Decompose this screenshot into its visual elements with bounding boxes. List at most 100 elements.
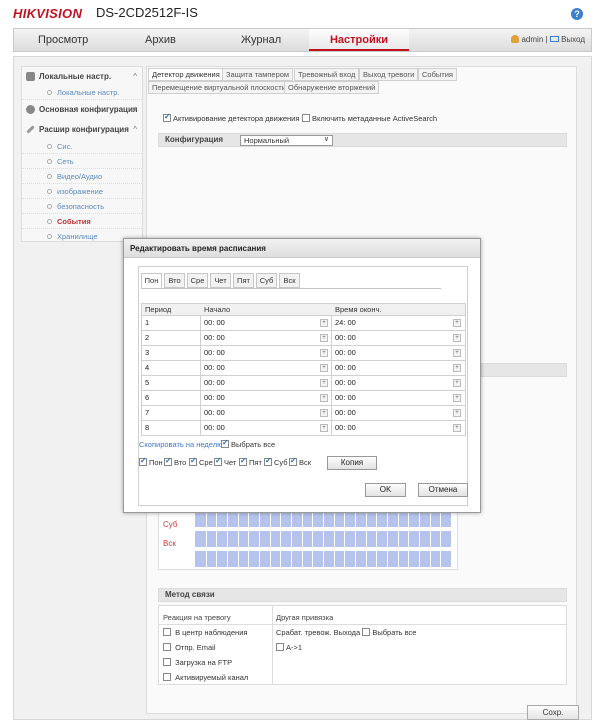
day-tab-fri[interactable]: Пят — [233, 273, 254, 288]
nav-live-view[interactable]: Просмотр — [38, 29, 88, 51]
sidebar-item-system[interactable]: Сис. — [22, 139, 142, 154]
sidebar-group-basic[interactable]: Основная конфигурация > — [22, 101, 142, 119]
enable-motion-option[interactable]: Активирование детектора движения — [163, 112, 299, 123]
select-all-option[interactable]: Выбрать все — [221, 438, 275, 449]
day-tab-wed[interactable]: Сре — [187, 273, 208, 288]
start-time-input[interactable]: 00: 00 + — [201, 406, 332, 420]
copy-to-week-link[interactable]: Скопировать на неделю — [139, 440, 223, 449]
tab-alarm-input[interactable]: Тревожный вход — [294, 68, 360, 81]
start-time-input[interactable]: 00: 00 + — [201, 421, 332, 435]
time-picker-icon[interactable]: + — [453, 424, 461, 432]
time-picker-icon[interactable]: + — [453, 364, 461, 372]
select-all-outputs-checkbox[interactable] — [362, 628, 371, 636]
sidebar-item-video-audio[interactable]: Видео/Аудио — [22, 169, 142, 184]
time-picker-icon[interactable]: + — [453, 334, 461, 342]
copy-button[interactable]: Копия — [327, 456, 377, 470]
end-time-input[interactable]: 00: 00 + — [332, 331, 466, 345]
time-picker-icon[interactable]: + — [320, 409, 328, 417]
day-tab-sun[interactable]: Вск — [279, 273, 300, 288]
notify-center-checkbox[interactable] — [163, 628, 171, 636]
start-time-input[interactable]: 00: 00 + — [201, 346, 332, 360]
send-email-option[interactable]: Отпр. Email — [163, 643, 216, 652]
tab-motion-detection[interactable]: Детектор движения — [148, 68, 224, 81]
nav-log[interactable]: Журнал — [241, 29, 281, 51]
sidebar-group-local[interactable]: Локальные настр. ^ — [22, 68, 142, 86]
time-picker-icon[interactable]: + — [453, 379, 461, 387]
nav-playback[interactable]: Архив — [145, 29, 176, 51]
end-time-input[interactable]: 00: 00 + — [332, 391, 466, 405]
tab-line-crossing[interactable]: Перемещение виртуальной плоскости — [148, 81, 290, 94]
time-picker-icon[interactable]: + — [453, 319, 461, 327]
time-picker-icon[interactable]: + — [320, 334, 328, 342]
config-select[interactable]: Нормальный ∨ — [240, 135, 333, 146]
cancel-button[interactable]: Отмена — [418, 483, 468, 497]
ftp-upload-option[interactable]: Загрузка на FTP — [163, 658, 232, 667]
copy-day-option[interactable]: Суб — [264, 456, 288, 467]
help-icon[interactable]: ? — [571, 8, 583, 20]
copy-day-option[interactable]: Пят — [239, 456, 262, 467]
end-time-input[interactable]: 00: 00 + — [332, 406, 466, 420]
logout-link[interactable]: Выход — [561, 35, 585, 44]
copy-day-checkbox[interactable] — [164, 456, 172, 466]
start-time-input[interactable]: 00: 00 + — [201, 331, 332, 345]
day-tab-thu[interactable]: Чет — [210, 273, 231, 288]
copy-day-option[interactable]: Пон — [139, 456, 163, 467]
time-picker-icon[interactable]: + — [320, 379, 328, 387]
start-time-input[interactable]: 00: 00 + — [201, 316, 332, 330]
copy-day-option[interactable]: Сре — [189, 456, 213, 467]
send-email-checkbox[interactable] — [163, 643, 171, 651]
sidebar-item-events[interactable]: События — [22, 214, 142, 229]
copy-day-checkbox[interactable] — [239, 456, 247, 466]
logout-icon[interactable] — [549, 36, 559, 42]
copy-day-checkbox[interactable] — [189, 456, 197, 466]
day-tab-mon[interactable]: Пон — [141, 273, 162, 288]
save-button[interactable]: Сохр. — [527, 705, 579, 720]
start-time-input[interactable]: 00: 00 + — [201, 361, 332, 375]
select-all-checkbox[interactable] — [221, 438, 229, 448]
ftp-upload-checkbox[interactable] — [163, 658, 171, 666]
tab-tamper[interactable]: Защита тампером — [222, 68, 294, 81]
end-time-input[interactable]: 00: 00 + — [332, 421, 466, 435]
trigger-channel-checkbox[interactable] — [163, 673, 171, 681]
copy-day-checkbox[interactable] — [214, 456, 222, 466]
end-time-input[interactable]: 00: 00 + — [332, 376, 466, 390]
nav-settings[interactable]: Настройки — [309, 29, 409, 51]
trigger-channel-option[interactable]: Активируемый канал — [163, 673, 248, 682]
output-a1-checkbox[interactable] — [276, 643, 284, 651]
copy-day-option[interactable]: Чет — [214, 456, 236, 467]
tab-intrusion[interactable]: Обнаружение вторжений — [284, 81, 380, 94]
time-picker-icon[interactable]: + — [320, 364, 328, 372]
time-picker-icon[interactable]: + — [320, 319, 328, 327]
sidebar-group-advanced[interactable]: Расшир конфигурация ^ — [22, 121, 142, 139]
copy-day-option[interactable]: Вск — [289, 456, 311, 467]
copy-day-option[interactable]: Вто — [164, 456, 186, 467]
start-time-input[interactable]: 00: 00 + — [201, 376, 332, 390]
end-time-input[interactable]: 24: 00 + — [332, 316, 466, 330]
day-tab-tue[interactable]: Вто — [164, 273, 185, 288]
end-time-input[interactable]: 00: 00 + — [332, 346, 466, 360]
metadata-option[interactable]: Включить метаданные ActiveSearch — [302, 114, 437, 123]
tab-exception[interactable]: События — [418, 68, 457, 81]
time-picker-icon[interactable]: + — [453, 349, 461, 357]
sidebar-item-local-config[interactable]: Локальные настр. — [22, 85, 142, 100]
time-picker-icon[interactable]: + — [453, 394, 461, 402]
start-time-input[interactable]: 00: 00 + — [201, 391, 332, 405]
output-a1-option[interactable]: A->1 — [276, 643, 302, 652]
tab-alarm-output[interactable]: Выход тревоги — [359, 68, 419, 81]
enable-motion-checkbox[interactable] — [163, 112, 171, 122]
sidebar-item-security[interactable]: безопасность — [22, 199, 142, 214]
time-picker-icon[interactable]: + — [320, 394, 328, 402]
time-picker-icon[interactable]: + — [320, 424, 328, 432]
time-picker-icon[interactable]: + — [320, 349, 328, 357]
copy-day-checkbox[interactable] — [289, 456, 297, 466]
sidebar-item-image[interactable]: изображение — [22, 184, 142, 199]
time-picker-icon[interactable]: + — [453, 409, 461, 417]
metadata-checkbox[interactable] — [302, 114, 310, 122]
sidebar-item-network[interactable]: Сеть — [22, 154, 142, 169]
copy-day-checkbox[interactable] — [264, 456, 272, 466]
ok-button[interactable]: OK — [365, 483, 406, 497]
end-time-input[interactable]: 00: 00 + — [332, 361, 466, 375]
notify-center-option[interactable]: В центр наблюдения — [163, 628, 247, 637]
day-tab-sat[interactable]: Суб — [256, 273, 277, 288]
copy-day-checkbox[interactable] — [139, 456, 147, 466]
